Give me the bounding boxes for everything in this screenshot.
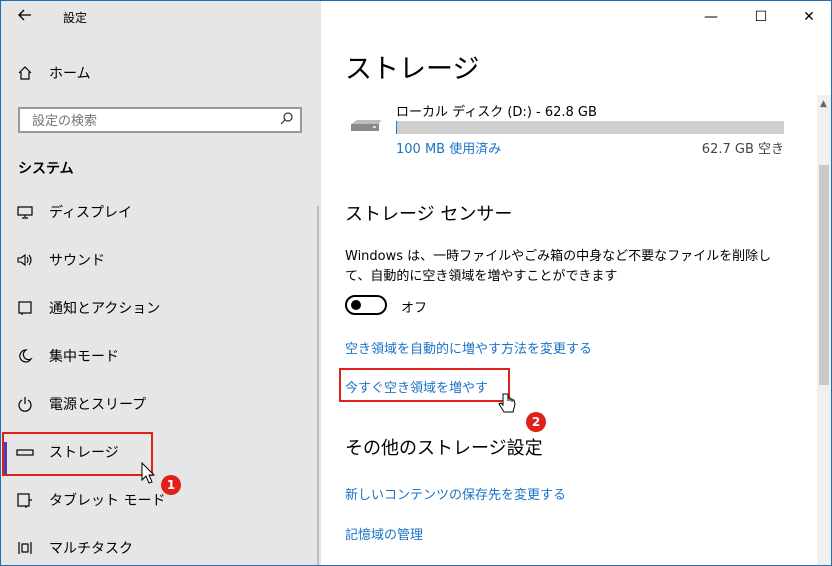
arrow-left-icon[interactable] xyxy=(17,7,37,27)
toggle-state-label: オフ xyxy=(401,301,428,316)
settings-window: 設定 ホーム システム ディスプレイ サウンド xyxy=(0,0,832,566)
sidebar-item-label: マルチタスク xyxy=(49,541,133,557)
maximize-button[interactable]: ☐ xyxy=(741,3,781,31)
change-free-space-method-link[interactable]: 空き領域を自動的に増やす方法を変更する xyxy=(345,338,592,357)
power-icon xyxy=(16,396,34,414)
sidebar-item-label: 集中モード xyxy=(49,349,119,365)
sidebar-item-label: サウンド xyxy=(49,253,105,269)
main-panel: — ☐ ✕ ストレージ ローカル ディスク (D:) - 62.8 GB 100… xyxy=(321,1,831,565)
page-title: ストレージ xyxy=(345,54,480,85)
disk-usage-bar xyxy=(396,121,784,134)
app-title: 設定 xyxy=(63,11,88,25)
multitask-icon xyxy=(16,540,34,558)
annotation-badge-1: 1 xyxy=(161,475,181,495)
scrollbar-thumb[interactable] xyxy=(819,165,829,385)
sidebar-item-home[interactable]: ホーム xyxy=(1,52,321,96)
notification-icon xyxy=(16,300,34,318)
hand-pointer-icon xyxy=(497,392,517,420)
other-storage-settings-heading: その他のストレージ設定 xyxy=(345,438,543,459)
search-icon[interactable] xyxy=(280,111,294,129)
sidebar-item-label: タブレット モード xyxy=(49,493,166,509)
disk-name[interactable]: ローカル ディスク (D:) - 62.8 GB xyxy=(396,101,597,120)
manage-storage-spaces-link[interactable]: 記憶域の管理 xyxy=(345,524,423,543)
drive-icon xyxy=(349,118,383,132)
home-icon xyxy=(16,65,34,83)
search-input[interactable] xyxy=(30,111,274,131)
minimize-button[interactable]: — xyxy=(691,3,731,31)
monitor-icon xyxy=(16,204,34,222)
storage-sense-description: Windows は、一時ファイルやごみ箱の中身など不要なファイルを削除して、自動… xyxy=(345,249,772,284)
change-save-location-link[interactable]: 新しいコンテンツの保存先を変更する xyxy=(345,484,566,503)
sidebar-item-display[interactable]: ディスプレイ xyxy=(1,191,321,235)
speaker-icon xyxy=(16,252,34,270)
disk-usage-fill xyxy=(396,121,397,134)
sidebar-item-power[interactable]: 電源とスリープ xyxy=(1,383,321,427)
highlight-free-space-now xyxy=(339,368,510,402)
section-header-system: システム xyxy=(18,161,74,177)
toggle-knob xyxy=(351,300,361,310)
close-button[interactable]: ✕ xyxy=(789,3,829,31)
main-scrollbar[interactable]: ▲ xyxy=(817,95,831,565)
sidebar-item-notifications[interactable]: 通知とアクション xyxy=(1,287,321,331)
sidebar-item-sound[interactable]: サウンド xyxy=(1,239,321,283)
sidebar-item-multitasking[interactable]: マルチタスク xyxy=(1,527,321,565)
tablet-icon xyxy=(16,492,34,510)
disk-free-label: 62.7 GB 空き xyxy=(701,142,784,157)
sidebar-scrollbar[interactable] xyxy=(317,206,319,565)
sidebar-item-label: ホーム xyxy=(49,66,91,82)
storage-sense-heading: ストレージ センサー xyxy=(345,204,513,225)
disk-used-link[interactable]: 100 MB 使用済み xyxy=(396,138,501,157)
sidebar: 設定 ホーム システム ディスプレイ サウンド xyxy=(1,1,321,565)
annotation-badge-2: 2 xyxy=(526,412,546,432)
highlight-storage xyxy=(2,432,153,476)
search-box xyxy=(18,107,302,133)
scroll-up-icon[interactable]: ▲ xyxy=(820,99,827,109)
mouse-pointer-icon xyxy=(141,461,156,488)
sidebar-item-label: 電源とスリープ xyxy=(49,397,147,413)
sidebar-item-label: 通知とアクション xyxy=(49,301,161,317)
moon-icon xyxy=(16,348,34,366)
storage-sense-toggle[interactable] xyxy=(345,295,387,315)
sidebar-item-label: ディスプレイ xyxy=(49,205,133,221)
sidebar-item-focus-assist[interactable]: 集中モード xyxy=(1,335,321,379)
